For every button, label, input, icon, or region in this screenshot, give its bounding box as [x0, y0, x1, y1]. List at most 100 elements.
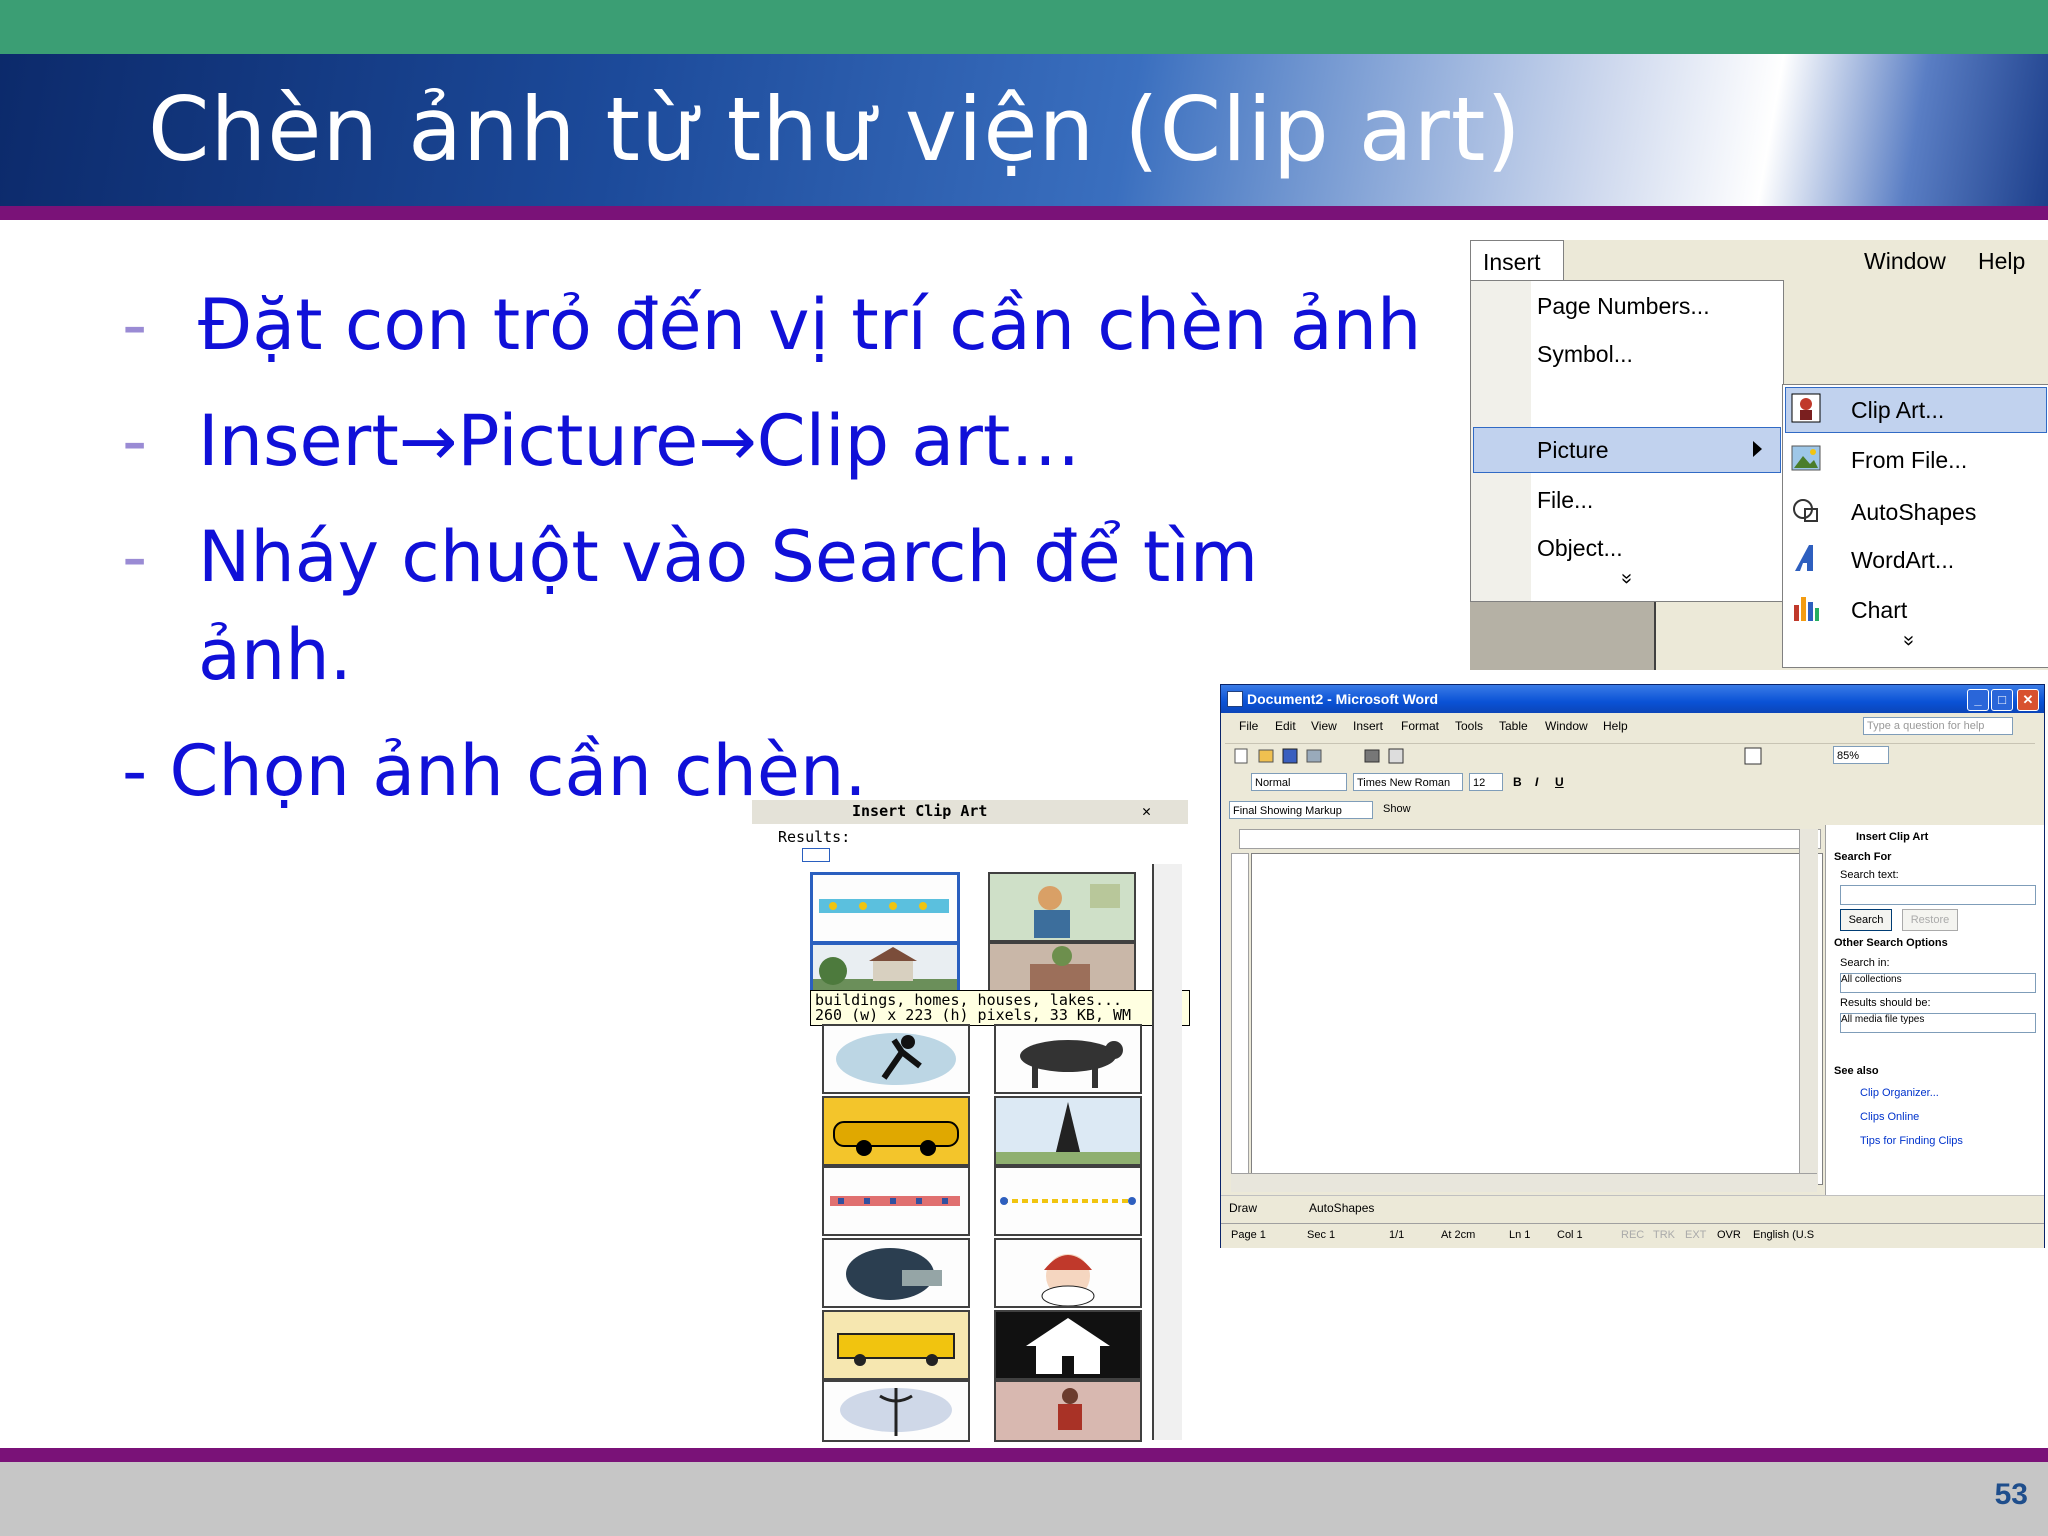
- menu-expand-icon[interactable]: »: [1615, 573, 1638, 584]
- back-icon[interactable]: [802, 848, 830, 862]
- submenu-from-file[interactable]: From File...: [1851, 447, 1967, 474]
- clip-thumbnail[interactable]: [994, 1096, 1142, 1166]
- taskpane-title: Insert Clip Art: [1856, 831, 1929, 843]
- document-page[interactable]: [1251, 853, 1823, 1185]
- footer-divider: [0, 1448, 2048, 1462]
- markup-select[interactable]: Final Showing Markup: [1229, 801, 1373, 819]
- word-menu-window[interactable]: Window: [1545, 719, 1588, 733]
- insert-dropdown: Page Numbers... Symbol... Picture File..…: [1470, 280, 1784, 602]
- maximize-icon[interactable]: □: [1991, 689, 2013, 711]
- menu-item-page-numbers[interactable]: Page Numbers...: [1537, 293, 1710, 320]
- clip-thumbnail[interactable]: [822, 1096, 970, 1166]
- word-menu-view[interactable]: View: [1311, 719, 1337, 733]
- clip-tooltip: buildings, homes, houses, lakes... 260 (…: [810, 990, 1190, 1026]
- bullet-3-cont: ảnh.: [198, 614, 352, 696]
- underline-icon[interactable]: U: [1555, 775, 1564, 789]
- clip-thumbnail[interactable]: [994, 1238, 1142, 1308]
- bold-icon[interactable]: B: [1513, 775, 1522, 789]
- style-select[interactable]: Normal: [1251, 773, 1347, 791]
- word-title: Document2 - Microsoft Word: [1247, 691, 1439, 707]
- zoom-select[interactable]: 85%: [1833, 746, 1889, 764]
- help-question-box[interactable]: Type a question for help: [1863, 717, 2013, 735]
- insert-menu-tab[interactable]: Insert: [1470, 240, 1564, 283]
- clip-pane-close-icon[interactable]: ✕: [1142, 802, 1151, 820]
- restore-button[interactable]: Restore: [1902, 909, 1958, 931]
- vertical-scrollbar[interactable]: [1799, 829, 1818, 1185]
- footer-band: [0, 1462, 2048, 1536]
- close-icon[interactable]: ✕: [2017, 689, 2039, 711]
- status-ext: EXT: [1685, 1229, 1707, 1241]
- bullet-dash: -: [122, 516, 148, 598]
- search-button[interactable]: Search: [1840, 909, 1892, 931]
- clip-thumbnail[interactable]: [822, 1166, 970, 1236]
- clip-art-icon: [1791, 393, 1821, 423]
- autoshapes-icon: [1791, 495, 1821, 525]
- draw-menu[interactable]: Draw: [1229, 1201, 1257, 1215]
- bullet-dash: -: [122, 400, 148, 482]
- status-language: English (U.S: [1753, 1229, 1815, 1241]
- italic-icon[interactable]: I: [1535, 775, 1538, 789]
- help-menu[interactable]: Help: [1978, 248, 2025, 275]
- link-clips-online[interactable]: Clips Online: [1860, 1111, 1919, 1123]
- search-for-heading: Search For: [1834, 851, 1892, 863]
- clip-thumbnail[interactable]: [822, 1380, 970, 1442]
- search-in-select[interactable]: All collections: [1840, 973, 2036, 993]
- search-text-input[interactable]: [1840, 885, 2036, 905]
- submenu-autoshapes[interactable]: AutoShapes: [1851, 499, 1976, 526]
- header-green-band: [0, 0, 2048, 54]
- word-menu-edit[interactable]: Edit: [1275, 719, 1296, 733]
- clip-thumbnail[interactable]: [810, 872, 960, 944]
- clip-thumbnail[interactable]: [994, 1380, 1142, 1442]
- clip-thumbnail[interactable]: [994, 1024, 1142, 1094]
- title-divider: [0, 206, 2048, 220]
- bullet-dash: -: [122, 284, 148, 366]
- clip-thumbnail[interactable]: [822, 1238, 970, 1308]
- status-ln: Ln 1: [1509, 1229, 1531, 1241]
- word-menu-file[interactable]: File: [1239, 719, 1258, 733]
- standard-toolbar-icons: [1234, 747, 1762, 765]
- clip-thumbnail[interactable]: [994, 1166, 1142, 1236]
- menu-item-symbol[interactable]: Symbol...: [1537, 341, 1633, 368]
- menu-item-picture[interactable]: Picture: [1537, 437, 1609, 464]
- show-menu[interactable]: Show: [1383, 803, 1411, 815]
- formatting-toolbar: Normal Times New Roman 12 B I U: [1225, 771, 2035, 795]
- menu-item-object[interactable]: Object...: [1537, 535, 1623, 562]
- results-select[interactable]: All media file types: [1840, 1013, 2036, 1033]
- autoshapes-menu[interactable]: AutoShapes: [1309, 1201, 1374, 1215]
- task-pane: Insert Clip Art Search For Search text: …: [1825, 825, 2044, 1195]
- window-menu[interactable]: Window: [1864, 248, 1946, 275]
- horizontal-scrollbar[interactable]: [1231, 1173, 1817, 1192]
- submenu-wordart[interactable]: WordArt...: [1851, 547, 1954, 574]
- drawing-toolbar: Draw AutoShapes: [1221, 1195, 2044, 1222]
- size-select[interactable]: 12: [1469, 773, 1503, 791]
- tooltip-line-2: 260 (w) x 223 (h) pixels, 33 KB, WM: [815, 1006, 1132, 1024]
- word-menu-help[interactable]: Help: [1603, 719, 1628, 733]
- font-select[interactable]: Times New Roman: [1353, 773, 1463, 791]
- clip-thumbnail[interactable]: [988, 872, 1136, 942]
- status-col: Col 1: [1557, 1229, 1583, 1241]
- menu-background: [1470, 602, 1656, 670]
- bullet-3: Nháy chuột vào Search để tìm: [198, 516, 1259, 598]
- search-text-label: Search text:: [1840, 869, 1899, 881]
- submenu-clip-art[interactable]: Clip Art...: [1851, 397, 1944, 424]
- submenu-expand-icon[interactable]: »: [1897, 635, 1920, 646]
- chart-icon: [1791, 593, 1821, 623]
- link-tips[interactable]: Tips for Finding Clips: [1860, 1135, 1963, 1147]
- submenu-chart[interactable]: Chart: [1851, 597, 1907, 624]
- insert-menu-label: Insert: [1483, 249, 1541, 275]
- clip-thumbnail[interactable]: [994, 1310, 1142, 1380]
- bullet-2: Insert→Picture→Clip art…: [198, 400, 1081, 482]
- status-rec: REC: [1621, 1229, 1645, 1241]
- clip-results-scrollbar[interactable]: [1152, 864, 1182, 1440]
- word-menu-table[interactable]: Table: [1499, 719, 1528, 733]
- clip-art-pane-screenshot: Insert Clip Art ✕ Results: buildings, ho…: [748, 800, 1190, 1442]
- word-menu-tools[interactable]: Tools: [1455, 719, 1483, 733]
- minimize-icon[interactable]: _: [1967, 689, 1989, 711]
- clip-thumbnail[interactable]: [822, 1024, 970, 1094]
- word-menu-insert[interactable]: Insert: [1353, 719, 1383, 733]
- clip-thumbnail[interactable]: [822, 1310, 970, 1380]
- link-clip-organizer[interactable]: Clip Organizer...: [1860, 1087, 1939, 1099]
- clip-pane-title: Insert Clip Art: [852, 802, 988, 820]
- word-menu-format[interactable]: Format: [1401, 719, 1439, 733]
- menu-item-file[interactable]: File...: [1537, 487, 1593, 514]
